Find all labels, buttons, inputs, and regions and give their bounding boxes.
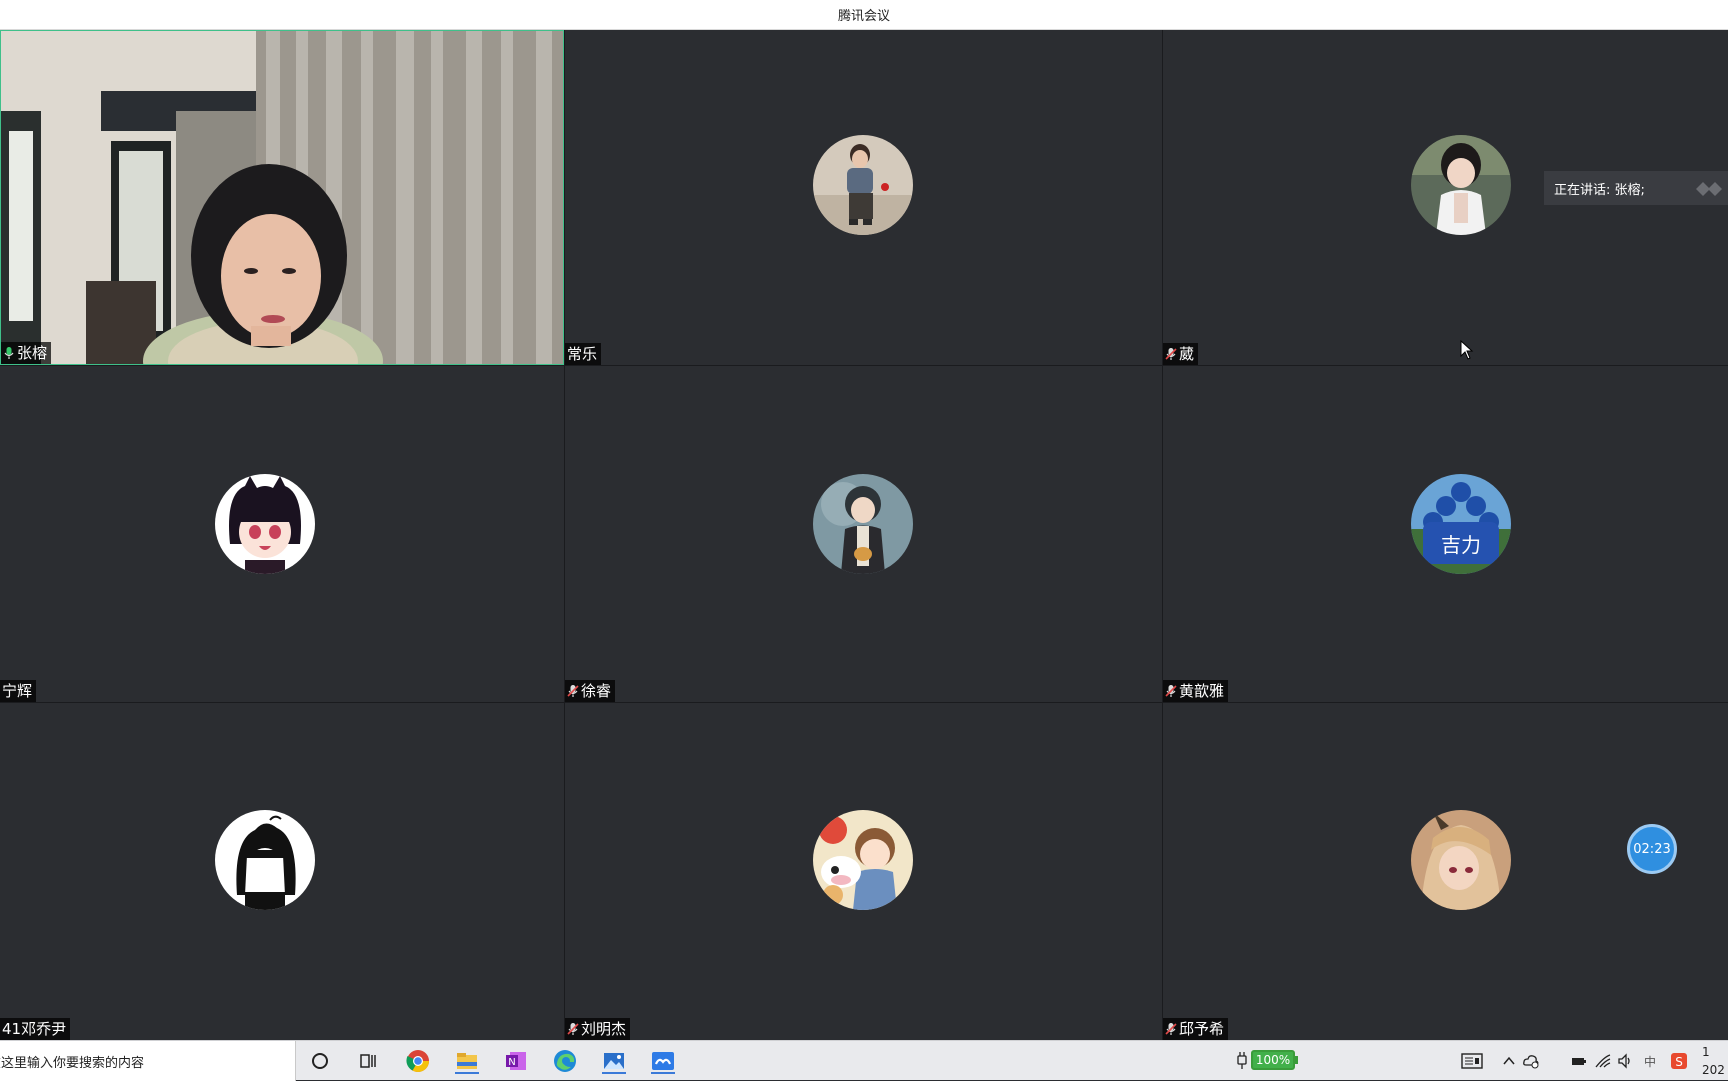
participant-name-tag: 常乐 (565, 343, 602, 365)
participant-avatar (215, 810, 315, 910)
participant-name-tag: 宁辉 (0, 680, 37, 702)
mic-muted-icon (567, 684, 579, 698)
participant-avatar: 吉力 (1411, 474, 1511, 574)
input-method-icon[interactable]: 中 (1641, 1052, 1659, 1070)
participant-tile[interactable]: 宁辉 (0, 366, 564, 702)
participant-name-tag: 41邓乔尹 (0, 1018, 71, 1040)
speaking-wave-icon (1696, 182, 1722, 196)
speaking-indicator: 正在讲话: 张榕; (1544, 171, 1728, 205)
participant-avatar (1411, 135, 1511, 235)
svg-text:S: S (1675, 1055, 1683, 1069)
mic-on-icon (3, 346, 15, 360)
meeting-timer-text: 02:23 (1633, 841, 1671, 857)
participant-name: 张榕 (17, 344, 48, 362)
running-indicator (651, 1072, 675, 1074)
participant-name-tag: 张榕 (1, 342, 52, 364)
participant-tile[interactable]: 刘明杰 (565, 703, 1162, 1040)
mic-muted-icon (567, 1022, 579, 1036)
taskbar-clock[interactable]: 1 202 (1702, 1043, 1725, 1079)
battery-nub (1295, 1056, 1298, 1064)
participant-name: 常乐 (567, 345, 598, 363)
participant-avatar (813, 135, 913, 235)
participant-avatar (215, 474, 315, 574)
window-titlebar: 腾讯会议 (0, 0, 1728, 30)
svg-text:中: 中 (1644, 1054, 1656, 1069)
participant-tile[interactable]: 41邓乔尹 (0, 703, 564, 1040)
participant-video (1, 31, 563, 364)
mic-muted-icon (1165, 1022, 1177, 1036)
svg-text:N: N (508, 1057, 515, 1068)
participant-name: 宁辉 (2, 682, 33, 700)
running-indicator (455, 1072, 479, 1074)
participant-avatar (813, 810, 913, 910)
participant-avatar (1411, 810, 1511, 910)
tencent-meeting-icon[interactable] (649, 1047, 677, 1075)
running-indicator (602, 1072, 626, 1074)
battery-tray-icon[interactable] (1570, 1052, 1588, 1070)
participant-name: 刘明杰 (581, 1020, 627, 1038)
video-grid: 张榕 常乐 葳 宁辉 徐睿 吉力 黄歆雅 41邓乔尹 刘明杰 邱予希 (0, 30, 1728, 1040)
participant-tile[interactable]: 吉力 黄歆雅 (1163, 366, 1728, 702)
participant-name: 葳 (1179, 345, 1195, 363)
file-explorer-icon[interactable] (453, 1047, 481, 1075)
participant-name: 41邓乔尹 (2, 1020, 67, 1038)
onenote-icon[interactable]: N (502, 1047, 530, 1075)
mic-muted-icon (1165, 684, 1177, 698)
battery-indicator[interactable]: 100% (1235, 1049, 1298, 1071)
participant-tile[interactable]: 徐睿 (565, 366, 1162, 702)
participant-name: 徐睿 (581, 682, 612, 700)
window-title: 腾讯会议 (837, 9, 890, 24)
taskbar-search-box[interactable]: 在这里输入你要搜索的内容 (0, 1041, 296, 1081)
mic-muted-icon (1165, 347, 1177, 361)
sogou-ime-icon[interactable]: S (1670, 1052, 1688, 1070)
taskbar-search-placeholder: 在这里输入你要搜索的内容 (0, 1055, 145, 1071)
news-icon[interactable] (1461, 1052, 1483, 1070)
mouse-cursor-icon (1460, 340, 1474, 360)
participant-name: 邱予希 (1179, 1020, 1225, 1038)
battery-level: 100% (1251, 1050, 1295, 1070)
volume-icon[interactable] (1616, 1052, 1634, 1070)
cloud-sync-icon[interactable] (1522, 1052, 1540, 1070)
participant-tile[interactable]: 常乐 (565, 30, 1162, 365)
windows-taskbar: 在这里输入你要搜索的内容 N 100% 中 S 1 202 (0, 1040, 1728, 1081)
participant-avatar (813, 474, 913, 574)
clock-date: 202 (1702, 1063, 1725, 1077)
participant-name-tag: 刘明杰 (565, 1018, 631, 1040)
edge-icon[interactable] (551, 1047, 579, 1075)
participant-name-tag: 徐睿 (565, 680, 616, 702)
meeting-timer-button[interactable]: 02:23 (1627, 824, 1677, 874)
photos-icon[interactable] (600, 1047, 628, 1075)
participant-tile[interactable]: 张榕 (0, 30, 564, 365)
clock-time: 1 (1702, 1045, 1710, 1059)
participant-name-tag: 黄歆雅 (1163, 680, 1229, 702)
svg-text:吉力: 吉力 (1441, 533, 1481, 557)
power-plug-icon (1237, 1052, 1247, 1069)
cortana-icon[interactable] (306, 1047, 334, 1075)
wifi-icon[interactable] (1594, 1052, 1612, 1070)
participant-name-tag: 葳 (1163, 343, 1199, 365)
participant-name-tag: 邱予希 (1163, 1018, 1229, 1040)
participant-name: 黄歆雅 (1179, 682, 1225, 700)
speaking-indicator-text: 正在讲话: 张榕; (1554, 182, 1645, 198)
task-view-icon[interactable] (354, 1047, 382, 1075)
chrome-icon[interactable] (404, 1047, 432, 1075)
chevron-up-icon[interactable] (1500, 1052, 1518, 1070)
